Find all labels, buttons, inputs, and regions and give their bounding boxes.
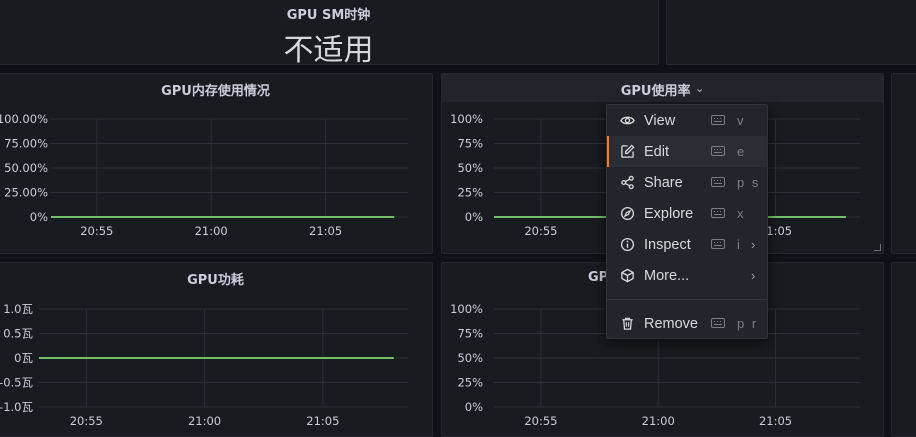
chevron-right-icon: › <box>751 268 756 283</box>
menu-item-label: Inspect <box>644 236 691 253</box>
x-tick-label: 21:05 <box>306 414 339 428</box>
menu-item-remove[interactable]: Remove p r <box>607 308 767 339</box>
shortcut-hint: x <box>737 206 746 221</box>
compass-icon <box>620 206 635 221</box>
info-icon <box>620 237 635 252</box>
right-edge-panel-2[interactable] <box>891 262 916 437</box>
keyboard-icon <box>711 146 725 156</box>
y-tick-label: 25% <box>457 186 483 200</box>
keyboard-icon <box>711 239 725 249</box>
sm-clock-panel[interactable]: GPU SM时钟 不适用 <box>0 0 659 65</box>
y-tick-label: 100% <box>450 302 483 316</box>
y-tick-label: 75% <box>457 327 483 341</box>
y-tick-label: -0.5瓦 <box>0 376 33 390</box>
y-tick-label: 0% <box>30 210 48 224</box>
x-tick-label: 20:55 <box>80 224 113 238</box>
x-tick-label: 20:55 <box>70 414 103 428</box>
y-tick-label: 50% <box>457 161 483 175</box>
shortcut-hint: v <box>737 113 746 128</box>
y-tick-label: 0% <box>465 400 483 414</box>
shortcut-hint: e <box>737 144 747 159</box>
y-tick-label: 25.00% <box>4 186 48 200</box>
y-tick-label: 75.00% <box>4 137 48 151</box>
panel-title: GPU SM时钟 <box>286 8 371 23</box>
trash-icon <box>622 317 633 330</box>
y-tick-label: 100% <box>450 112 483 126</box>
keyboard-icon <box>711 318 725 328</box>
keyboard-icon <box>711 115 725 125</box>
stat-value: 不适用 <box>283 33 374 65</box>
menu-item-inspect[interactable]: Inspect i › <box>607 229 767 260</box>
menu-item-label: More... <box>644 267 690 284</box>
y-tick-label: 1.0瓦 <box>3 302 33 316</box>
x-tick-label: 21:00 <box>195 224 228 238</box>
right-edge-panel-1[interactable] <box>891 73 916 254</box>
panel-context-menu: View v Edit e Share p s Explore x Inspec… <box>606 104 768 339</box>
menu-item-label: Share <box>644 174 683 191</box>
power-chart: 1.0瓦 0.5瓦 0瓦 -0.5瓦 -1.0瓦 20:55 21:00 21:05 <box>0 302 408 428</box>
shortcut-hint: p s <box>737 175 761 190</box>
chevron-right-icon: › <box>751 237 756 252</box>
menu-item-label: Edit <box>644 143 669 160</box>
shortcut-hint: i <box>737 237 742 252</box>
menu-item-edit[interactable]: Edit e <box>607 136 767 167</box>
resize-handle[interactable] <box>874 244 881 251</box>
menu-item-label: View <box>644 112 676 129</box>
cube-icon <box>621 268 634 283</box>
y-tick-label: 0.5瓦 <box>3 327 33 341</box>
top-right-panel[interactable] <box>666 0 916 65</box>
y-tick-label: 0% <box>465 210 483 224</box>
memory-usage-chart: 100.00% 75.00% 50.00% 25.00% 0% 20:55 21:00 21:… <box>0 112 408 238</box>
x-tick-label: 21:05 <box>309 224 342 238</box>
menu-item-label: Explore <box>644 205 694 222</box>
shortcut-hint: p r <box>737 316 759 331</box>
x-tick-label: 21:00 <box>642 414 675 428</box>
y-tick-label: 50.00% <box>4 161 48 175</box>
menu-item-more[interactable]: More... › <box>607 260 767 291</box>
menu-item-label: Remove <box>644 315 698 332</box>
eye-icon <box>620 116 635 125</box>
y-tick-label: 75% <box>457 137 483 151</box>
y-tick-label: 25% <box>457 376 483 390</box>
x-tick-label: 20:55 <box>524 414 557 428</box>
menu-item-view[interactable]: View v <box>607 105 767 136</box>
x-tick-label: 20:55 <box>524 224 557 238</box>
x-tick-label: 21:05 <box>759 414 792 428</box>
memory-usage-panel[interactable]: GPU内存使用情况 100.00% 75.00% 50.00% 25.00% 0% 20:… <box>0 73 433 254</box>
y-tick-label: 50% <box>457 351 483 365</box>
share-icon <box>621 175 634 190</box>
y-tick-label: -1.0瓦 <box>0 400 33 414</box>
menu-divider <box>607 299 767 300</box>
keyboard-icon <box>711 177 725 187</box>
keyboard-icon <box>711 208 725 218</box>
y-tick-label: 100.00% <box>0 112 48 126</box>
edit-icon <box>621 144 635 158</box>
menu-item-explore[interactable]: Explore x <box>607 198 767 229</box>
power-panel[interactable]: GPU功耗 1.0瓦 0.5瓦 0瓦 -0.5瓦 -1.0瓦 20:55 21:00 21:0… <box>0 262 433 437</box>
x-tick-label: 21:00 <box>188 414 221 428</box>
y-tick-label: 0瓦 <box>14 351 33 365</box>
menu-item-share[interactable]: Share p s <box>607 167 767 198</box>
